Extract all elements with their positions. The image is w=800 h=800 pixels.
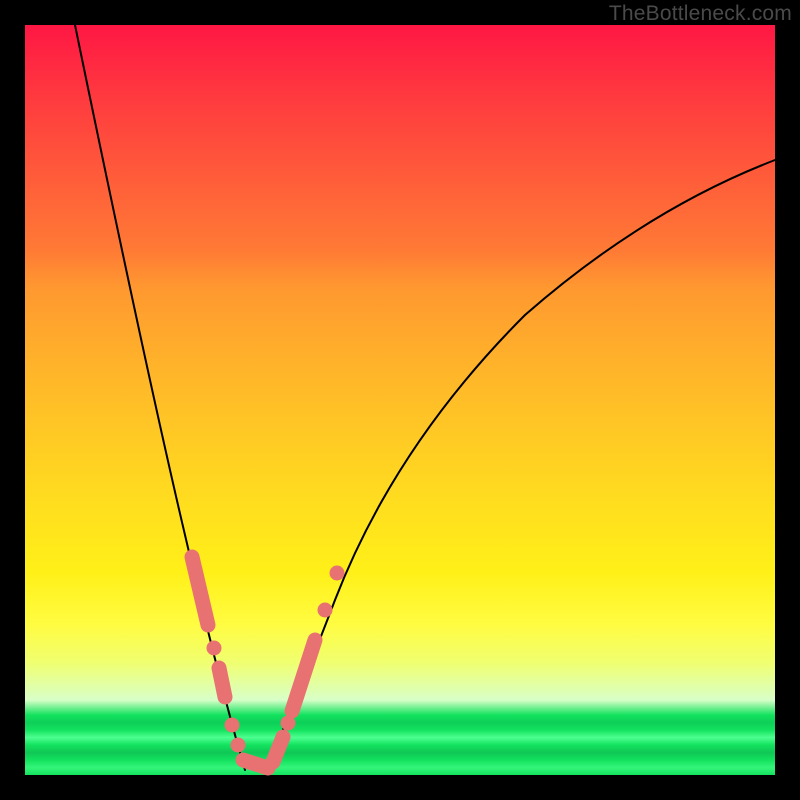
watermark-label: TheBottleneck.com xyxy=(609,2,792,26)
chart-svg xyxy=(25,25,775,775)
left-curve xyxy=(75,25,245,770)
right-curve xyxy=(265,160,775,770)
chart-frame: TheBottleneck.com xyxy=(0,0,800,800)
bead-cluster xyxy=(292,640,315,711)
bead-cluster xyxy=(273,737,283,762)
bead-dot xyxy=(231,738,245,752)
bead-cluster xyxy=(243,760,268,768)
bead-dot xyxy=(330,566,344,580)
bead-cluster xyxy=(219,668,225,697)
bead-cluster xyxy=(192,557,208,625)
bead-dot xyxy=(318,603,332,617)
bead-dot xyxy=(207,641,221,655)
bead-dot xyxy=(225,718,239,732)
